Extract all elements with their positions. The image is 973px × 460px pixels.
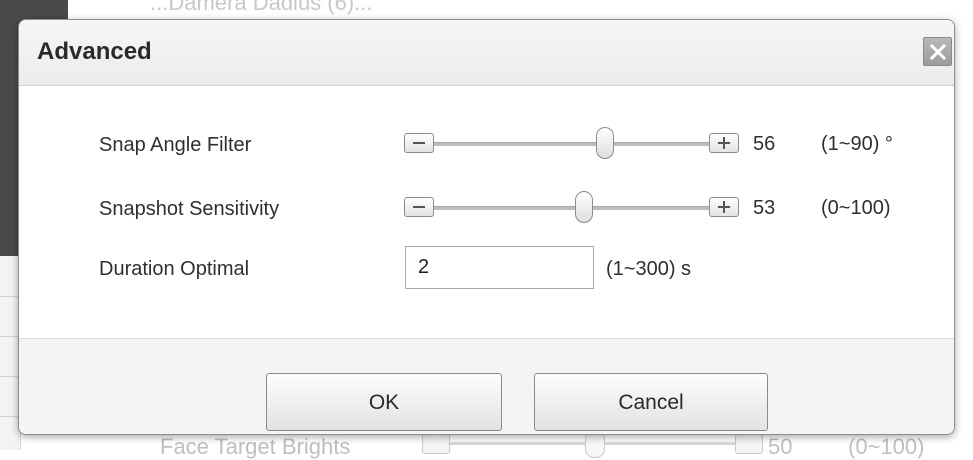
cancel-button[interactable]: Cancel <box>534 373 768 431</box>
dialog-title: Advanced <box>37 38 152 65</box>
snap-angle-decrease-button[interactable] <box>404 133 434 153</box>
close-icon <box>929 43 947 61</box>
snap-angle-filter-value: 56 <box>753 133 776 155</box>
snap-angle-filter-label: Snap Angle Filter <box>99 134 252 156</box>
background-plus-button <box>735 434 763 454</box>
duration-optimal-label: Duration Optimal <box>99 258 250 280</box>
duration-optimal-range: (1~300) s <box>606 258 692 280</box>
background-slider-value: 50 <box>768 434 793 459</box>
snapshot-sensitivity-slider[interactable] <box>404 191 744 225</box>
snap-angle-filter-range: (1~90) ° <box>821 133 893 155</box>
snap-angle-increase-button[interactable] <box>709 133 739 153</box>
slider-thumb[interactable] <box>596 127 614 159</box>
slider-track[interactable] <box>434 142 709 146</box>
background-top-label: ...Damera Dadius (6)... <box>150 0 373 15</box>
divider <box>0 336 20 337</box>
minus-icon <box>413 142 425 144</box>
minus-icon <box>413 206 425 208</box>
divider <box>0 376 20 377</box>
snapshot-sensitivity-value: 53 <box>753 197 776 219</box>
snapshot-sensitivity-label: Snapshot Sensitivity <box>99 198 280 220</box>
plus-icon-vertical <box>723 201 725 213</box>
ok-button[interactable]: OK <box>266 373 502 431</box>
background-minus-button <box>422 434 450 454</box>
snapshot-sensitivity-range: (0~100) <box>821 197 891 219</box>
divider <box>0 416 20 417</box>
slider-track[interactable] <box>434 206 709 210</box>
slider-thumb[interactable] <box>575 191 593 223</box>
snapshot-sensitivity-increase-button[interactable] <box>709 197 739 217</box>
background-slider-range: (0~100) <box>848 434 925 459</box>
snap-angle-filter-slider[interactable] <box>404 127 744 161</box>
advanced-dialog: Advanced Snap Angle Filter 56 (1~90) ° S… <box>18 19 955 435</box>
snapshot-sensitivity-decrease-button[interactable] <box>404 197 434 217</box>
divider <box>0 296 20 297</box>
background-slider-label: Face Target Brights <box>160 434 351 459</box>
plus-icon-vertical <box>723 137 725 149</box>
duration-optimal-input[interactable] <box>405 246 594 289</box>
close-button[interactable] <box>923 37 952 66</box>
dialog-header: Advanced <box>19 20 954 86</box>
